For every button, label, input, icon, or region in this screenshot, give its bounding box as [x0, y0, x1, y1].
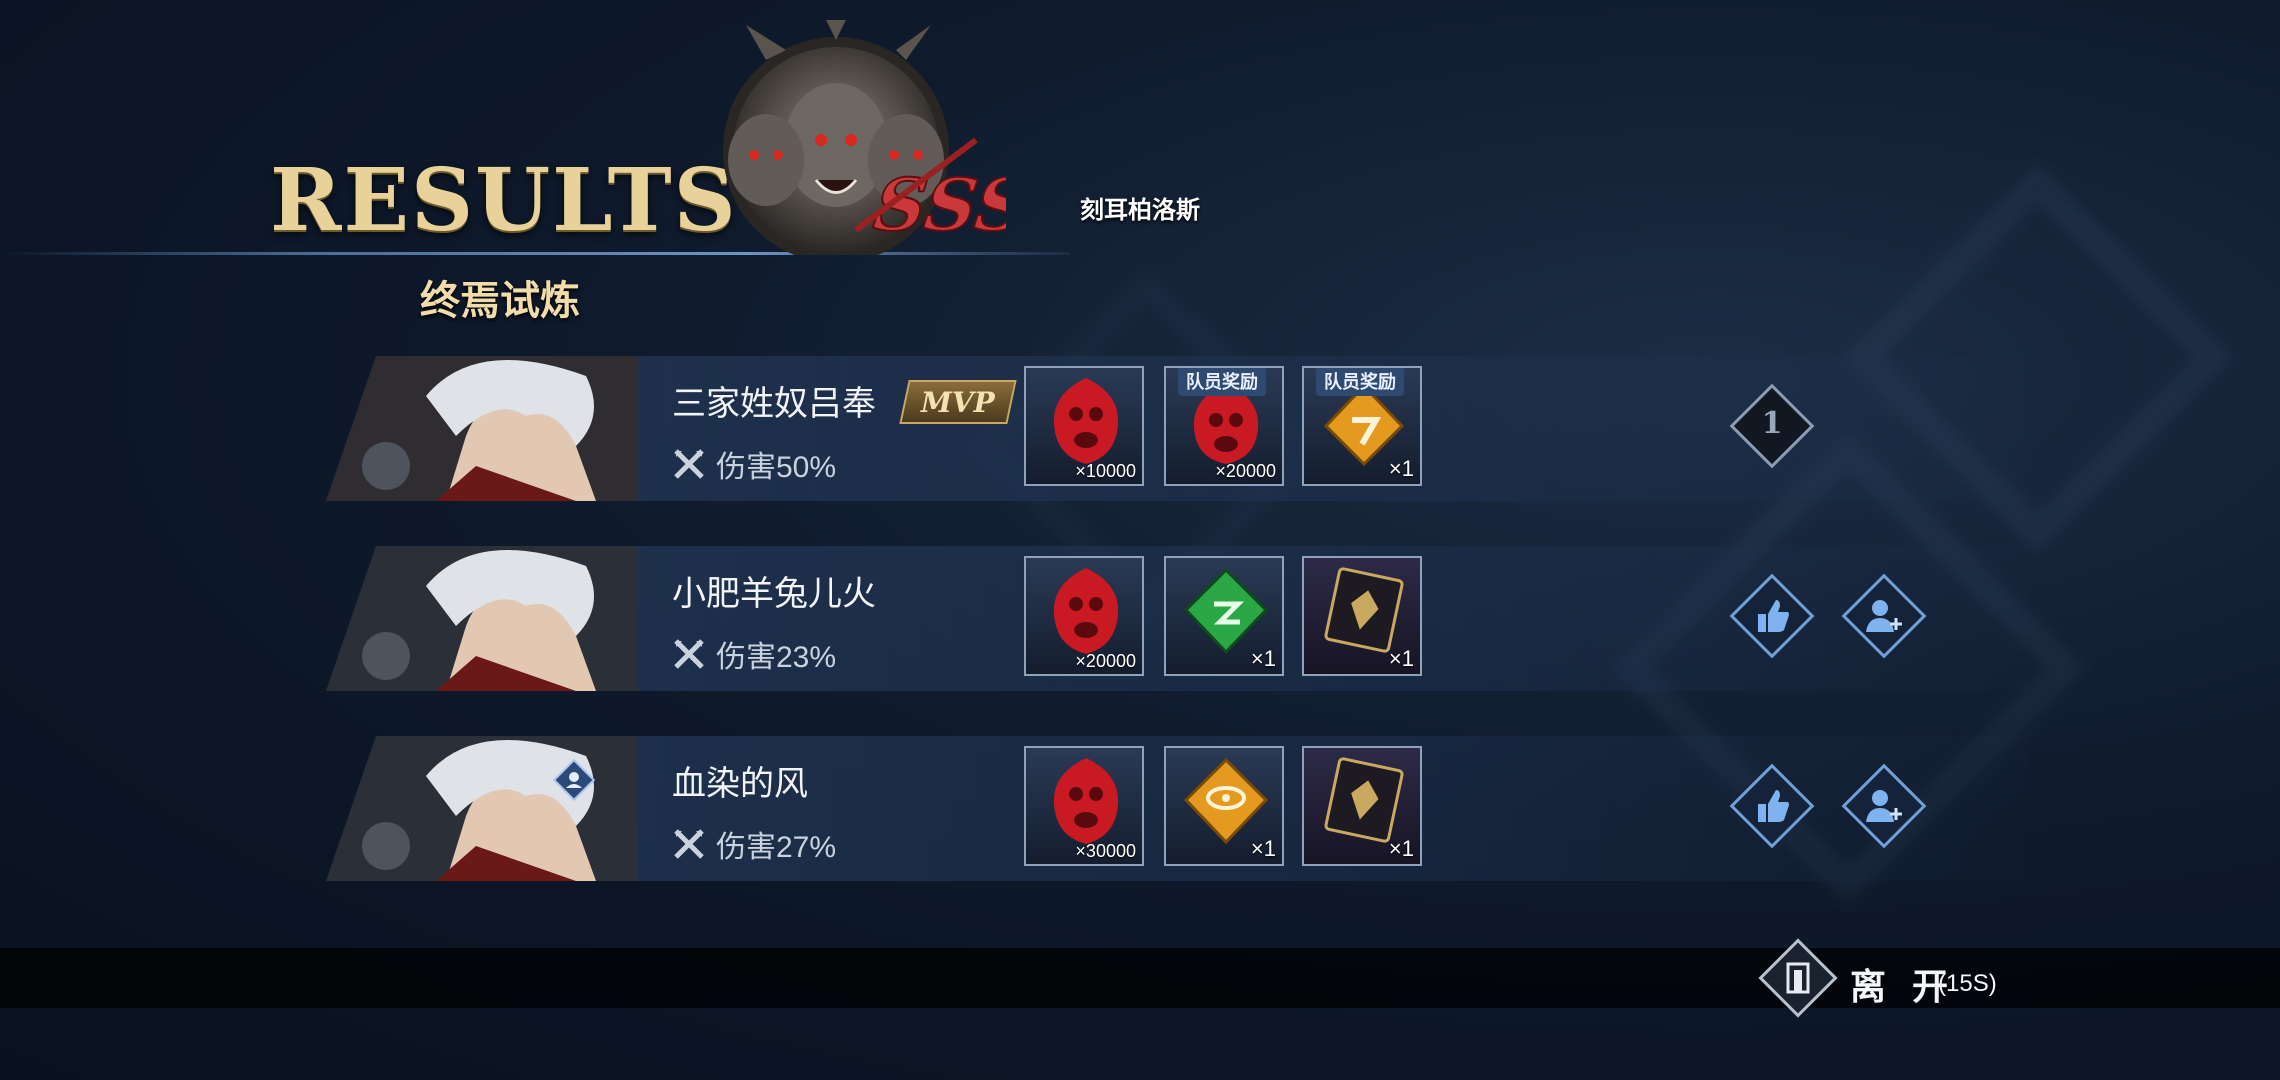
player-portrait [326, 546, 638, 691]
crossed-swords-icon [674, 829, 704, 859]
demon-card-icon [1324, 567, 1404, 653]
reward-item[interactable]: ×10000 [1024, 366, 1144, 486]
add-friend-icon [1866, 790, 1902, 822]
red-orb-icon [1053, 758, 1119, 844]
reward-item[interactable]: ×1 [1302, 556, 1422, 676]
damage-label: 伤害27% [716, 831, 837, 864]
team-reward-tag: 队员奖励 [1316, 368, 1404, 396]
reward-quantity: ×1 [1388, 456, 1414, 481]
thumbs-up-icon [1758, 790, 1789, 822]
reward-item[interactable]: 队员奖励 ×1 [1302, 366, 1422, 486]
cerberus-emblem-icon: SSS [723, 20, 1006, 255]
thumbs-up-icon [1758, 600, 1789, 632]
reward-item[interactable]: 队员奖励 ×20000 [1164, 366, 1284, 486]
red-orb-icon [1053, 568, 1119, 654]
crossed-swords-icon [674, 639, 704, 669]
mvp-label: MVP [921, 385, 995, 419]
results-title: RESULTS [270, 150, 738, 251]
leave-button[interactable]: 离 开 (15S) [1750, 938, 2010, 1018]
reward-item[interactable]: ×1 [1164, 556, 1284, 676]
player-row: 三家姓奴吕奉 MVP 伤害50% ×10000 队员奖励 ×20000 队员奖励… [326, 356, 2026, 501]
player-portrait [326, 356, 638, 501]
leave-countdown: (15S) [1938, 970, 1997, 997]
stage-subtitle: 终焉试炼 [420, 277, 580, 324]
green-crystal-icon [1183, 567, 1269, 655]
reward-item[interactable]: ×1 [1302, 746, 1422, 866]
damage-stat: 伤害27% [672, 822, 836, 866]
team-reward-tag: 队员奖励 [1178, 368, 1266, 396]
reward-quantity: ×10000 [1075, 461, 1136, 481]
player-row: 小肥羊兔儿火 伤害23% ×20000 ×1 ×1 [326, 546, 2026, 691]
player-name: 小肥羊兔儿火 [672, 575, 876, 613]
player-name: 血染的风 [672, 765, 808, 803]
reward-quantity: ×1 [1250, 836, 1276, 861]
player-portrait [326, 736, 638, 881]
demon-card-icon [1324, 757, 1404, 843]
reward-item[interactable]: ×30000 [1024, 746, 1144, 866]
damage-label: 伤害23% [716, 641, 837, 674]
rank-number: 1 [1761, 406, 1783, 441]
player-row: 血染的风 伤害27% ×30000 ×1 ×1 [326, 736, 2026, 881]
add-friend-icon [1866, 600, 1902, 632]
mvp-badge: MVP [899, 380, 1017, 424]
reward-quantity: ×1 [1388, 646, 1414, 671]
red-orb-icon [1053, 378, 1119, 464]
reward-quantity: ×1 [1388, 836, 1414, 861]
exit-door-icon [1786, 962, 1810, 994]
reward-quantity: ×20000 [1215, 461, 1276, 481]
boss-name: 刻耳柏洛斯 [1080, 195, 1200, 224]
reward-quantity: ×1 [1250, 646, 1276, 671]
reward-item[interactable]: ×20000 [1024, 556, 1144, 676]
orange-crystal-icon [1183, 757, 1269, 845]
damage-label: 伤害50% [716, 451, 837, 484]
reward-quantity: ×30000 [1075, 841, 1136, 861]
player-name: 三家姓奴吕奉 [672, 385, 876, 423]
crossed-swords-icon [674, 449, 704, 479]
reward-quantity: ×20000 [1075, 651, 1136, 671]
damage-stat: 伤害50% [672, 442, 836, 486]
damage-stat: 伤害23% [672, 632, 836, 676]
reward-item[interactable]: ×1 [1164, 746, 1284, 866]
